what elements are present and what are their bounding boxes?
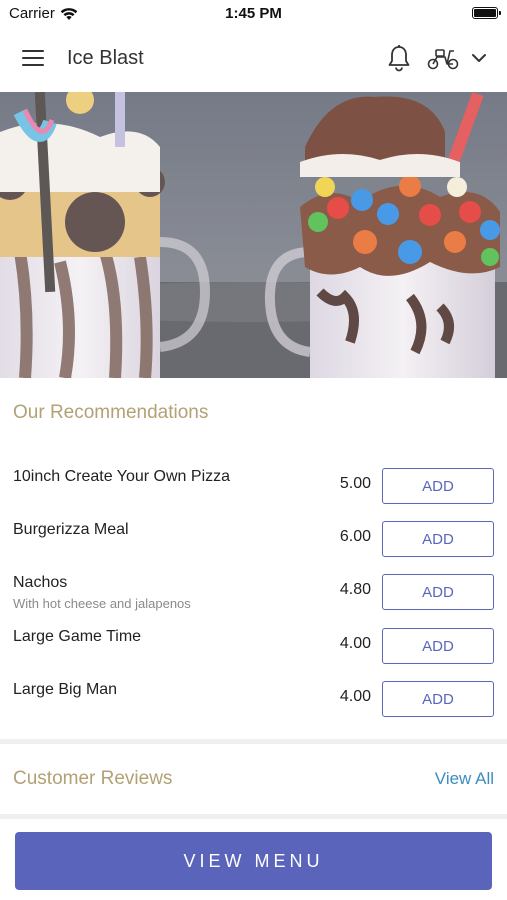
item-name: Nachos [13, 574, 68, 591]
hamburger-menu-icon[interactable] [22, 50, 46, 68]
section-divider [0, 739, 507, 744]
list-item: Large Game Time 4.00 ADD [0, 618, 507, 671]
item-price: 4.80 [339, 581, 371, 598]
list-item: Nachos With hot cheese and jalapenos 4.8… [0, 564, 507, 617]
add-button[interactable]: ADD [382, 681, 494, 717]
list-item: 10inch Create Your Own Pizza 5.00 ADD [0, 458, 507, 511]
view-menu-button[interactable]: VIEW MENU [15, 832, 492, 890]
item-name: Large Big Man [13, 681, 118, 698]
battery-icon [472, 7, 501, 19]
item-price: 5.00 [339, 475, 371, 492]
chevron-down-icon[interactable] [470, 51, 488, 65]
item-price: 4.00 [339, 635, 371, 652]
view-all-link[interactable]: View All [435, 769, 494, 789]
item-name: Burgerizza Meal [13, 521, 129, 538]
status-bar: Carrier 1:45 PM [0, 0, 507, 28]
item-description: With hot cheese and jalapenos [13, 596, 191, 611]
list-item: Burgerizza Meal 6.00 ADD [0, 511, 507, 564]
app-header: Ice Blast [0, 28, 507, 92]
add-button[interactable]: ADD [382, 628, 494, 664]
recommendations-title: Our Recommendations [13, 402, 209, 423]
page-title: Ice Blast [67, 47, 144, 69]
bell-icon[interactable] [386, 44, 412, 72]
add-button[interactable]: ADD [382, 521, 494, 557]
item-name: Large Game Time [13, 628, 142, 645]
item-name: 10inch Create Your Own Pizza [13, 468, 231, 485]
item-price: 4.00 [339, 688, 371, 705]
section-divider [0, 814, 507, 819]
add-button[interactable]: ADD [382, 574, 494, 610]
item-price: 6.00 [339, 528, 371, 545]
reviews-title: Customer Reviews [13, 768, 173, 789]
hero-image [0, 92, 507, 378]
list-item: Large Big Man 4.00 ADD [0, 671, 507, 724]
add-button[interactable]: ADD [382, 468, 494, 504]
scooter-icon[interactable] [427, 45, 459, 71]
clock: 1:45 PM [225, 5, 282, 22]
